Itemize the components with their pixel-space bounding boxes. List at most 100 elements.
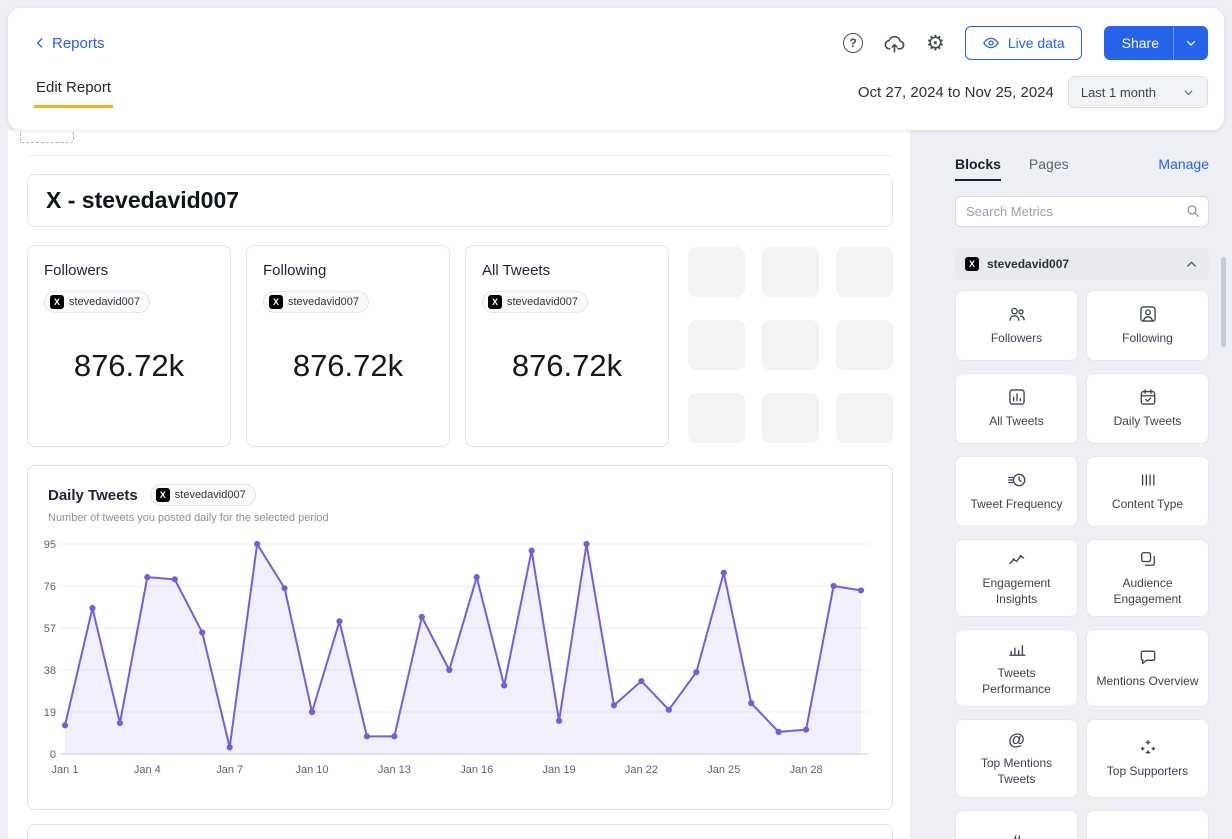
svg-text:Jan 22: Jan 22 bbox=[625, 764, 658, 776]
metric-value: 876.72k bbox=[482, 313, 652, 430]
account-pill: X stevedavid007 bbox=[263, 291, 369, 313]
date-range-text: Oct 27, 2024 to Nov 25, 2024 bbox=[858, 84, 1054, 101]
account-pill: X stevedavid007 bbox=[150, 484, 256, 506]
metric-block-followers[interactable]: Followers bbox=[955, 290, 1078, 361]
account-pill: X stevedavid007 bbox=[44, 291, 150, 313]
placeholder-block[interactable] bbox=[688, 247, 745, 297]
svg-text:Jan 25: Jan 25 bbox=[707, 764, 740, 776]
account-section-header[interactable]: X stevedavid007 bbox=[955, 248, 1209, 280]
blocks-sidebar: Blocks Pages Manage X stevedavid007 Foll… bbox=[955, 130, 1209, 839]
share-dropdown-toggle[interactable] bbox=[1173, 26, 1208, 60]
metric-card-followers[interactable]: Followers X stevedavid007 876.72k bbox=[27, 245, 231, 447]
metric-block-top-mentions-tweets[interactable]: @ Top Mentions Tweets bbox=[955, 719, 1078, 797]
metric-block-top-supporters[interactable]: Top Supporters bbox=[1086, 719, 1209, 797]
x-logo-icon: X bbox=[156, 488, 170, 502]
metric-block-partial[interactable] bbox=[1086, 810, 1209, 839]
account-handle: stevedavid007 bbox=[507, 296, 578, 308]
placeholder-block[interactable] bbox=[688, 393, 745, 443]
placeholder-block[interactable] bbox=[836, 393, 893, 443]
metric-block-mentions-overview[interactable]: Mentions Overview bbox=[1086, 629, 1209, 707]
cloud-upload-icon[interactable] bbox=[883, 32, 906, 55]
metric-value: 876.72k bbox=[44, 313, 214, 430]
metric-block-label: Tweet Frequency bbox=[970, 497, 1062, 513]
x-logo-icon: X bbox=[488, 295, 502, 309]
placeholder-block[interactable] bbox=[762, 247, 819, 297]
audience-engagement-icon bbox=[1138, 549, 1158, 569]
placeholder-grid bbox=[684, 245, 893, 447]
tab-pages[interactable]: Pages bbox=[1029, 156, 1069, 179]
svg-text:38: 38 bbox=[44, 665, 56, 677]
tweets-performance-icon bbox=[1007, 639, 1027, 659]
metric-block-audience-engagement[interactable]: Audience Engagement bbox=[1086, 539, 1209, 617]
report-title-text: X - stevedavid007 bbox=[46, 187, 239, 214]
metric-block-label: Top Supporters bbox=[1107, 764, 1188, 780]
account-pill: X stevedavid007 bbox=[482, 291, 588, 313]
report-canvas: X - stevedavid007 Followers X stevedavid… bbox=[8, 130, 910, 839]
chevron-up-icon[interactable] bbox=[1184, 257, 1199, 272]
metric-card-title: All Tweets bbox=[482, 262, 652, 279]
svg-text:Jan 7: Jan 7 bbox=[216, 764, 243, 776]
drop-placeholder bbox=[20, 130, 74, 143]
daily-tweets-card[interactable]: Daily Tweets X stevedavid007 Number of t… bbox=[27, 465, 893, 810]
hashtag-icon: # bbox=[1012, 832, 1021, 839]
metric-block-tweet-frequency[interactable]: Tweet Frequency bbox=[955, 456, 1078, 527]
svg-text:Jan 13: Jan 13 bbox=[378, 764, 411, 776]
account-handle: stevedavid007 bbox=[175, 489, 246, 501]
svg-text:Jan 16: Jan 16 bbox=[460, 764, 493, 776]
metric-block-label: Top Mentions Tweets bbox=[964, 756, 1069, 787]
period-dropdown[interactable]: Last 1 month bbox=[1068, 76, 1208, 108]
back-to-reports-link[interactable]: Reports bbox=[32, 35, 105, 52]
top-supporters-icon bbox=[1138, 737, 1158, 757]
metric-block-daily-tweets[interactable]: Daily Tweets bbox=[1086, 373, 1209, 444]
placeholder-block[interactable] bbox=[836, 247, 893, 297]
tweet-frequency-icon bbox=[1007, 470, 1027, 490]
top-mentions-icon: @ bbox=[1008, 729, 1025, 749]
daily-tweets-icon bbox=[1138, 387, 1158, 407]
metric-block-following[interactable]: Following bbox=[1086, 290, 1209, 361]
divider bbox=[28, 155, 892, 156]
metric-block-content-type[interactable]: Content Type bbox=[1086, 456, 1209, 527]
metric-block-engagement-insights[interactable]: Engagement Insights bbox=[955, 539, 1078, 617]
x-logo-icon: X bbox=[50, 295, 64, 309]
daily-tweets-chart: 01938577695Jan 1Jan 4Jan 7Jan 10Jan 13Ja… bbox=[40, 532, 880, 784]
metric-card-following[interactable]: Following X stevedavid007 876.72k bbox=[246, 245, 450, 447]
share-button[interactable]: Share bbox=[1104, 26, 1208, 60]
metric-card-title: Followers bbox=[44, 262, 214, 279]
report-title-block[interactable]: X - stevedavid007 bbox=[27, 174, 893, 227]
live-data-button[interactable]: Live data bbox=[965, 26, 1082, 60]
tab-edit-report[interactable]: Edit Report bbox=[34, 77, 113, 108]
scrollbar-thumb[interactable] bbox=[1221, 257, 1226, 347]
placeholder-block[interactable] bbox=[762, 393, 819, 443]
metric-block-all-tweets[interactable]: All Tweets bbox=[955, 373, 1078, 444]
svg-text:57: 57 bbox=[44, 623, 56, 635]
svg-text:Jan 4: Jan 4 bbox=[134, 764, 161, 776]
metric-block-label: Followers bbox=[991, 331, 1042, 347]
metric-block-label: Mentions Overview bbox=[1096, 674, 1198, 690]
x-logo-icon: X bbox=[269, 295, 283, 309]
svg-text:95: 95 bbox=[44, 539, 56, 551]
placeholder-block[interactable] bbox=[762, 320, 819, 370]
settings-gear-icon[interactable]: ⚙ bbox=[926, 33, 945, 54]
period-dropdown-value: Last 1 month bbox=[1081, 85, 1156, 100]
metric-block-label: Engagement Insights bbox=[964, 576, 1069, 607]
metric-card-all-tweets[interactable]: All Tweets X stevedavid007 876.72k bbox=[465, 245, 669, 447]
x-logo-icon: X bbox=[965, 257, 979, 271]
chevron-down-icon bbox=[1184, 36, 1198, 50]
tab-blocks[interactable]: Blocks bbox=[955, 156, 1001, 181]
search-metrics-input[interactable] bbox=[955, 196, 1209, 227]
metric-blocks-grid: Followers FollowingAll TweetsDaily Tweets… bbox=[955, 290, 1209, 839]
account-section-handle: stevedavid007 bbox=[987, 257, 1069, 271]
manage-link[interactable]: Manage bbox=[1158, 156, 1209, 172]
following-icon bbox=[1138, 304, 1158, 324]
topbar: Reports ? ⚙ Live data Share Edit Report … bbox=[8, 8, 1224, 130]
metric-block-tweets-performance[interactable]: Tweets Performance bbox=[955, 629, 1078, 707]
back-link-label: Reports bbox=[52, 35, 105, 52]
help-icon[interactable]: ? bbox=[843, 33, 863, 53]
metric-value: 876.72k bbox=[263, 313, 433, 430]
chevron-down-icon bbox=[1182, 86, 1195, 99]
metric-card-title: Following bbox=[263, 262, 433, 279]
next-block-partial bbox=[27, 824, 893, 839]
placeholder-block[interactable] bbox=[836, 320, 893, 370]
placeholder-block[interactable] bbox=[688, 320, 745, 370]
metric-block-partial[interactable]: # bbox=[955, 810, 1078, 839]
